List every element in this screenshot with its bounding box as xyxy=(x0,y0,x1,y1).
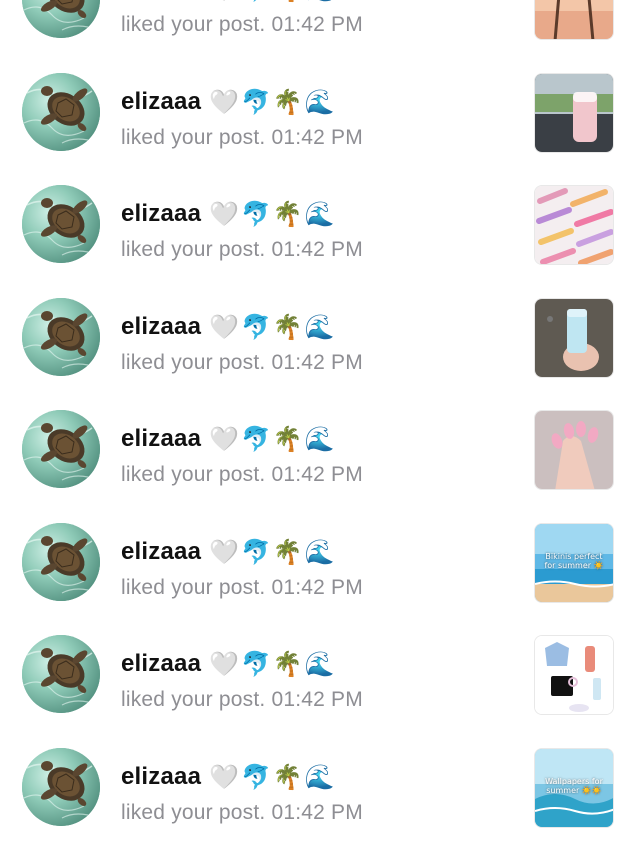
activity-text: liked your post. 01:42 PM xyxy=(121,238,363,261)
notification-row[interactable]: elizaaa 🤍🐬🌴🌊 liked your post. 01:42 PM xyxy=(0,0,640,58)
avatar[interactable] xyxy=(22,635,100,713)
lip-glosses-thumbnail-image xyxy=(535,186,613,264)
post-thumbnail[interactable]: Bikinis perfect for summer ☀️ xyxy=(534,522,614,603)
activity-text: liked your post. 01:42 PM xyxy=(121,13,363,36)
activity-text: liked your post. 01:42 PM xyxy=(121,350,363,374)
thumbnail-caption: Bikinis perfect for summer ☀️ xyxy=(544,551,604,570)
post-thumbnail[interactable] xyxy=(534,0,614,40)
notification-row[interactable]: elizaaa 🤍🐬🌴🌊 liked your post. 01:42 PM xyxy=(0,283,640,396)
name-line: elizaaa 🤍🐬🌴🌊 xyxy=(121,422,337,456)
username[interactable]: elizaaa xyxy=(121,538,201,566)
name-line: elizaaa 🤍🐬🌴🌊 xyxy=(121,760,337,794)
activity-text: liked your post. 01:42 PM xyxy=(121,125,363,149)
username[interactable]: elizaaa xyxy=(121,763,201,791)
name-line: elizaaa 🤍🐬🌴🌊 xyxy=(121,0,337,6)
bio-emojis: 🤍🐬🌴🌊 xyxy=(209,425,337,453)
turtle-avatar-icon xyxy=(22,410,100,488)
turtle-avatar-icon xyxy=(22,522,100,601)
name-line: elizaaa 🤍🐬🌴🌊 xyxy=(121,85,337,119)
avatar[interactable] xyxy=(22,522,100,601)
name-line: elizaaa 🤍🐬🌴🌊 xyxy=(121,535,337,569)
activity-text: liked your post. 01:42 PM xyxy=(121,800,363,824)
turtle-avatar-icon xyxy=(22,72,100,151)
avatar[interactable] xyxy=(22,0,100,38)
bio-emojis: 🤍🐬🌴🌊 xyxy=(209,87,337,116)
notification-row[interactable]: elizaaa 🤍🐬🌴🌊 liked your post. 01:42 PM B… xyxy=(0,508,640,621)
activity-feed: elizaaa 🤍🐬🌴🌊 liked your post. 01:42 PM xyxy=(0,0,640,845)
pink-nails-thumbnail-image xyxy=(535,411,613,489)
avatar[interactable] xyxy=(22,72,100,151)
palm-trees-thumbnail-image xyxy=(535,0,613,39)
bio-emojis: 🤍🐬🌴🌊 xyxy=(209,650,337,678)
activity-text: liked your post. 01:42 PM xyxy=(121,688,363,711)
activity-text: liked your post. 01:42 PM xyxy=(121,575,363,599)
turtle-avatar-icon xyxy=(22,635,100,713)
username[interactable]: elizaaa xyxy=(121,0,201,3)
notification-row[interactable]: elizaaa 🤍🐬🌴🌊 liked your post. 01:42 PM W… xyxy=(0,733,640,846)
turtle-avatar-icon xyxy=(22,185,100,263)
thumbnail-caption: Wallpapers for summer ☀️☀️ xyxy=(545,776,603,795)
username[interactable]: elizaaa xyxy=(121,88,201,116)
post-thumbnail[interactable] xyxy=(534,410,614,490)
post-thumbnail[interactable] xyxy=(534,297,614,378)
bio-emojis: 🤍🐬🌴🌊 xyxy=(209,762,337,791)
activity-text: liked your post. 01:42 PM xyxy=(121,463,363,486)
avatar[interactable] xyxy=(22,185,100,263)
notification-row[interactable]: elizaaa 🤍🐬🌴🌊 liked your post. 01:42 PM xyxy=(0,620,640,733)
avatar[interactable] xyxy=(22,410,100,488)
username[interactable]: elizaaa xyxy=(121,425,201,453)
name-line: elizaaa 🤍🐬🌴🌊 xyxy=(121,310,337,344)
avatar[interactable] xyxy=(22,297,100,376)
name-line: elizaaa 🤍🐬🌴🌊 xyxy=(121,197,337,231)
bio-emojis: 🤍🐬🌴🌊 xyxy=(209,312,337,341)
username[interactable]: elizaaa xyxy=(121,200,201,228)
post-thumbnail[interactable] xyxy=(534,635,614,715)
notification-row[interactable]: elizaaa 🤍🐬🌴🌊 liked your post. 01:42 PM xyxy=(0,58,640,171)
avatar[interactable] xyxy=(22,747,100,826)
username[interactable]: elizaaa xyxy=(121,650,201,678)
sunscreen-hand-thumbnail-image xyxy=(535,298,613,377)
turtle-avatar-icon xyxy=(22,297,100,376)
outfit-flatlay-thumbnail-image xyxy=(535,636,613,714)
username[interactable]: elizaaa xyxy=(121,313,201,341)
notification-row[interactable]: elizaaa 🤍🐬🌴🌊 liked your post. 01:42 PM xyxy=(0,395,640,508)
name-line: elizaaa 🤍🐬🌴🌊 xyxy=(121,647,337,681)
car-drink-thumbnail-image xyxy=(535,73,613,152)
post-thumbnail[interactable] xyxy=(534,185,614,265)
turtle-avatar-icon xyxy=(22,747,100,826)
notification-row[interactable]: elizaaa 🤍🐬🌴🌊 liked your post. 01:42 PM xyxy=(0,170,640,283)
bio-emojis: 🤍🐬🌴🌊 xyxy=(209,200,337,228)
post-thumbnail[interactable] xyxy=(534,72,614,153)
turtle-avatar-icon xyxy=(22,0,100,38)
bio-emojis: 🤍🐬🌴🌊 xyxy=(209,537,337,566)
bio-emojis: 🤍🐬🌴🌊 xyxy=(209,0,337,3)
post-thumbnail[interactable]: Wallpapers for summer ☀️☀️ xyxy=(534,747,614,828)
